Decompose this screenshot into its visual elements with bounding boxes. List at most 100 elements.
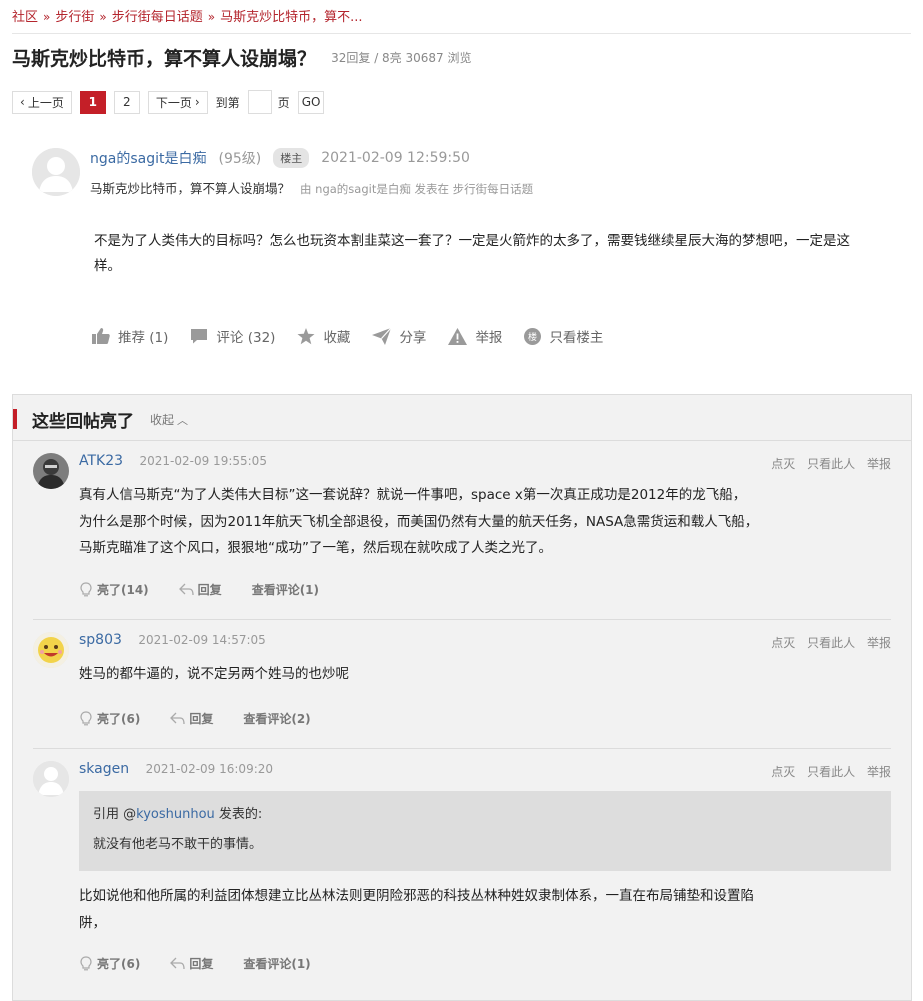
reply-body: 比如说他和他所属的利益团体想建立比丛林法则更阴险邪恶的科技丛林种姓奴隶制体系，一… (79, 888, 754, 931)
op-source: 由 nga的sagit是白痴 发表在 步行街每日话题 (300, 182, 534, 196)
reply-item: skagen 2021-02-09 16:09:20 点灭 只看此人 举报 引用… (33, 749, 891, 994)
page-2-button[interactable]: 2 (113, 90, 140, 114)
breadcrumb-community[interactable]: 社区 (12, 10, 38, 25)
reply-tools: 点灭 只看此人 举报 (763, 455, 891, 472)
default-avatar-icon (32, 148, 80, 196)
reply-arrow-icon (170, 957, 185, 970)
next-page-button[interactable]: 下一页 › (147, 90, 208, 114)
hot-replies-section: 这些回帖亮了 收起 ︿ ATK23 2021-02-09 19:55:05 点灭… (12, 394, 912, 1001)
chevron-right-icon: › (194, 95, 200, 109)
reply-body: 真有人信马斯克“为了人类伟大目标”这一套说辞？就说一件事吧，space x第一次… (79, 487, 759, 556)
breadcrumb: 社区 » 步行街 » 步行街每日话题 » 马斯克炒比特币，算不... (12, 6, 362, 25)
avatar[interactable] (32, 148, 80, 196)
avatar[interactable] (33, 761, 69, 797)
goto-label: 到第 (215, 95, 240, 110)
op-badge: 楼主 (273, 148, 310, 168)
reply-button[interactable]: 回复 (170, 710, 213, 727)
goto-suffix: 页 (277, 95, 290, 110)
chevron-left-icon: ‹ (20, 95, 25, 109)
favorite-button[interactable]: 收藏 (297, 326, 350, 346)
hot-replies-title: 这些回帖亮了 (32, 412, 134, 432)
reply-arrow-icon (170, 712, 185, 725)
quote-block: 引用 @kyoshunhou 发表的: 就没有他老马不敢干的事情。 (79, 791, 891, 871)
dim-button[interactable]: 点灭 (771, 636, 795, 650)
breadcrumb-current-thread[interactable]: 马斯克炒比特币，算不... (220, 10, 362, 25)
post-time: 2021-02-09 12:59:50 (321, 150, 470, 166)
reply-tools: 点灭 只看此人 举报 (763, 634, 891, 651)
header-divider (12, 33, 911, 34)
reply-body: 姓马的都牛逼的，说不定另两个姓马的也炒呢 (79, 666, 349, 682)
author-name[interactable]: sp803 (79, 632, 122, 648)
breadcrumb-sep: » (43, 10, 51, 24)
chevron-up-icon: ︿ (177, 413, 189, 427)
view-comments-button[interactable]: 查看评论(1) (243, 955, 310, 972)
dim-button[interactable]: 点灭 (771, 765, 795, 779)
only-this-user-button[interactable]: 只看此人 (807, 457, 855, 471)
report-button[interactable]: 举报 (448, 326, 502, 346)
collapse-button[interactable]: 收起 ︿ (150, 411, 188, 428)
report-button[interactable]: 举报 (867, 765, 891, 779)
comment-icon (190, 328, 208, 344)
light-button[interactable]: 亮了(14) (79, 581, 149, 598)
view-comments-button[interactable]: 查看评论(1) (252, 581, 319, 598)
light-button[interactable]: 亮了(6) (79, 955, 140, 972)
author-name[interactable]: skagen (79, 761, 129, 777)
lightbulb-icon (79, 582, 93, 597)
op-subtitle: 马斯克炒比特币，算不算人设崩塌？ 由 nga的sagit是白痴 发表在 步行街每… (90, 178, 533, 197)
comment-button[interactable]: 评论 (32) (190, 326, 275, 346)
thumbs-up-icon (92, 328, 110, 344)
lightbulb-icon (79, 711, 93, 726)
op-header: nga的sagit是白痴 (95级) 楼主 2021-02-09 12:59:5… (90, 148, 470, 168)
only-this-user-button[interactable]: 只看此人 (807, 636, 855, 650)
reply-time: 2021-02-09 16:09:20 (145, 762, 274, 776)
light-button[interactable]: 亮了(6) (79, 710, 140, 727)
reply-button[interactable]: 回复 (170, 955, 213, 972)
op-subtitle-text: 马斯克炒比特币，算不算人设崩塌？ (90, 181, 291, 196)
quote-text: 就没有他老马不敢干的事情。 (93, 837, 263, 852)
warning-icon (448, 327, 468, 345)
share-button[interactable]: 分享 (372, 326, 426, 346)
reply-item: sp803 2021-02-09 14:57:05 点灭 只看此人 举报 姓马的… (33, 620, 891, 749)
only-op-button[interactable]: 楼 只看楼主 (524, 326, 603, 346)
reply-item: ATK23 2021-02-09 19:55:05 点灭 只看此人 举报 真有人… (33, 441, 891, 620)
thread-title-row: 马斯克炒比特币，算不算人设崩塌？ 32回复 / 8亮 30687 浏览 (12, 44, 472, 71)
report-button[interactable]: 举报 (867, 457, 891, 471)
only-this-user-button[interactable]: 只看此人 (807, 765, 855, 779)
page-1-button[interactable]: 1 (79, 90, 106, 114)
recommend-button[interactable]: 推荐 (1) (92, 326, 168, 346)
avatar[interactable] (33, 632, 69, 668)
breadcrumb-daily-topic[interactable]: 步行街每日话题 (112, 10, 203, 25)
reply-actions: 亮了(6) 回复 查看评论(2) (79, 710, 341, 727)
quoted-user-link[interactable]: kyoshunhou (136, 807, 215, 822)
reply-button[interactable]: 回复 (178, 581, 222, 598)
goto-page-input[interactable] (247, 90, 272, 114)
lightbulb-icon (79, 956, 93, 971)
view-comments-button[interactable]: 查看评论(2) (243, 710, 310, 727)
default-avatar-icon (33, 761, 69, 797)
svg-text:楼: 楼 (528, 331, 537, 343)
author-name[interactable]: nga的sagit是白痴 (90, 148, 206, 168)
report-button[interactable]: 举报 (867, 636, 891, 650)
author-name[interactable]: ATK23 (79, 453, 123, 469)
hot-replies-header: 这些回帖亮了 收起 ︿ (13, 395, 911, 441)
page-title: 马斯克炒比特币，算不算人设崩塌？ (12, 48, 317, 70)
go-button[interactable]: GO (297, 90, 325, 114)
section-accent-bar (13, 409, 17, 429)
user-avatar-icon (33, 632, 69, 668)
reply-header: sp803 2021-02-09 14:57:05 (79, 632, 266, 648)
user-avatar-icon (33, 453, 69, 489)
op-icon: 楼 (524, 327, 542, 345)
avatar[interactable] (33, 453, 69, 489)
op-actions: 推荐 (1) 评论 (32) 收藏 分享 举报 楼 只看楼主 (92, 326, 625, 346)
breadcrumb-sep: » (99, 10, 107, 24)
reply-actions: 亮了(6) 回复 查看评论(1) (79, 955, 341, 972)
breadcrumb-bxj[interactable]: 步行街 (55, 10, 94, 25)
op-body: 不是为了人类伟大的目标吗？怎么也玩资本割韭菜这一套了？一定是火箭炸的太多了，需要… (94, 233, 850, 274)
star-icon (297, 327, 315, 345)
reply-header: skagen 2021-02-09 16:09:20 (79, 761, 273, 777)
reply-header: ATK23 2021-02-09 19:55:05 (79, 453, 267, 469)
pagination: ‹ 上一页 1 2 下一页 › 到第 页 GO (12, 90, 332, 114)
reply-tools: 点灭 只看此人 举报 (763, 763, 891, 780)
prev-page-button[interactable]: ‹ 上一页 (12, 90, 72, 114)
dim-button[interactable]: 点灭 (771, 457, 795, 471)
